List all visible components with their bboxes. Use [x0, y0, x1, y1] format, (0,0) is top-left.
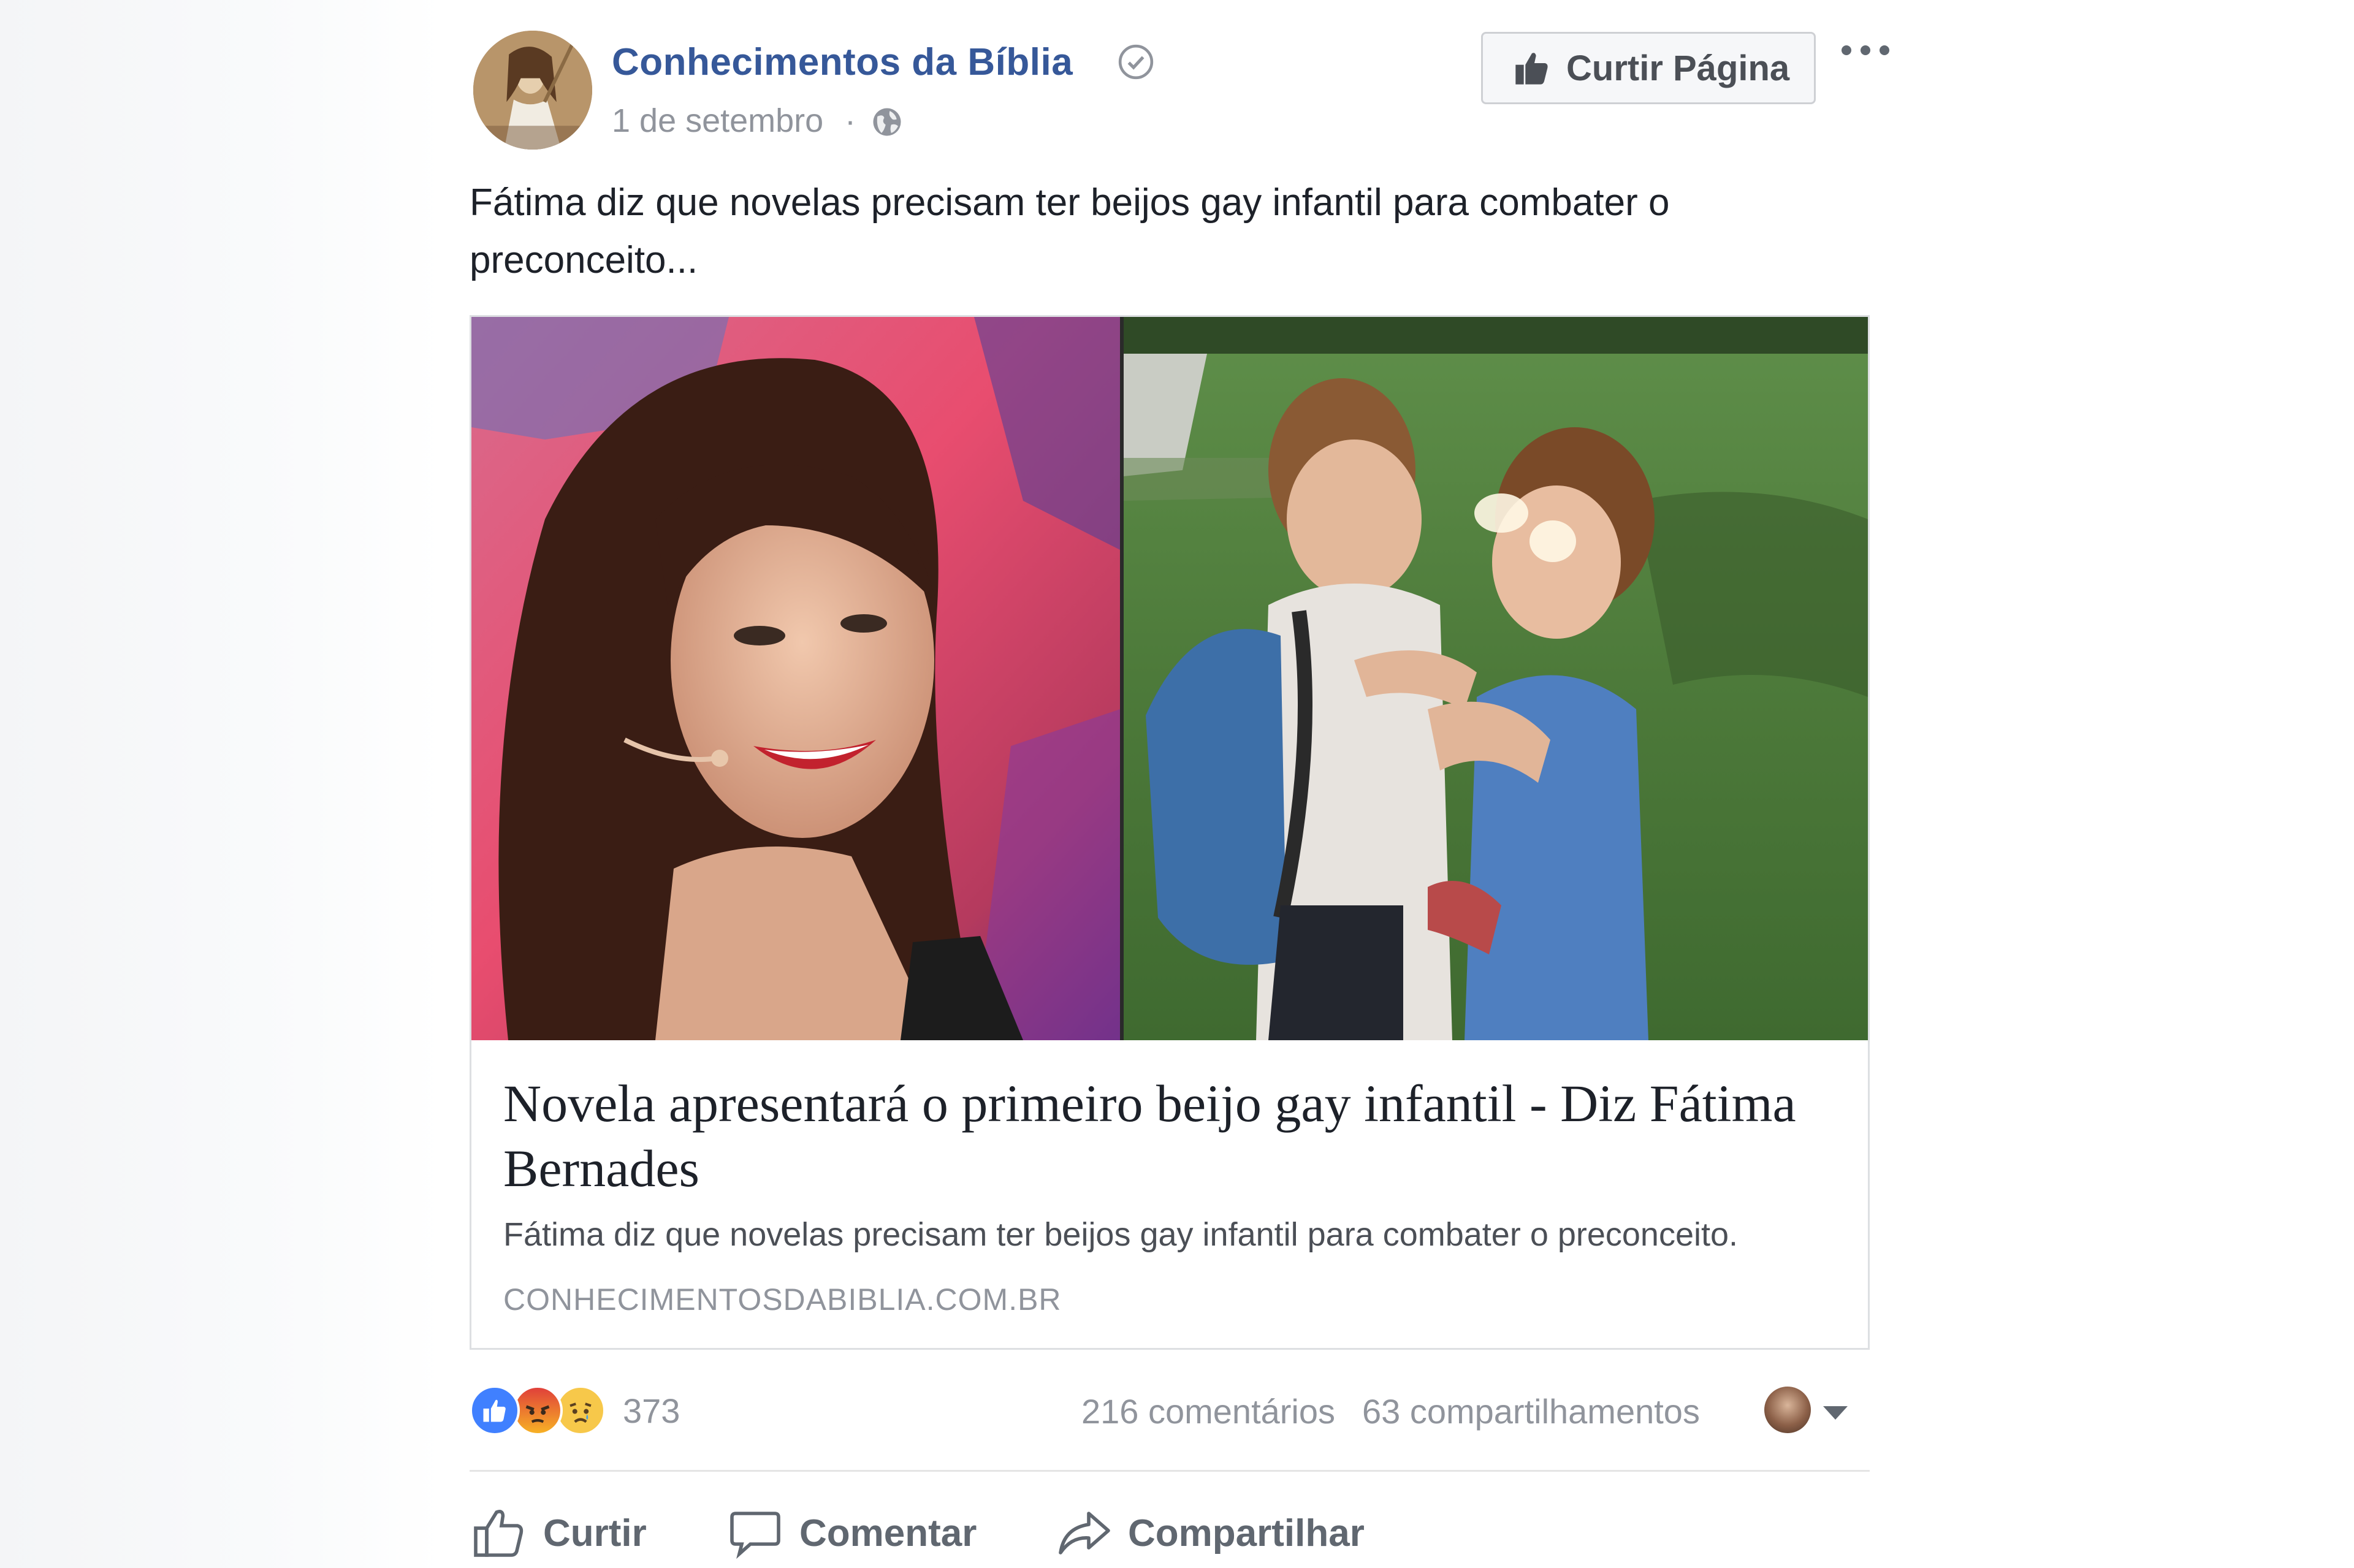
- like-page-button[interactable]: Curtir Página: [1481, 32, 1816, 104]
- reactions-summary[interactable]: 373: [470, 1383, 680, 1438]
- chevron-down-icon[interactable]: [1823, 1406, 1848, 1420]
- comment-label: Comentar: [799, 1512, 977, 1555]
- comments-count-link[interactable]: 216 comentários: [1081, 1391, 1335, 1431]
- share-arrow-icon: [1059, 1512, 1110, 1555]
- shares-count-link[interactable]: 63 compartilhamentos: [1362, 1391, 1700, 1431]
- link-preview-image[interactable]: [471, 317, 1868, 1040]
- separator-dot: ·: [845, 102, 856, 139]
- reactions-count: 373: [623, 1391, 680, 1430]
- viewer-avatar[interactable]: [1764, 1387, 1811, 1433]
- facebook-post: Conhecimentos da Bíblia 1 de setembro · …: [0, 0, 2354, 1568]
- page-avatar[interactable]: [473, 31, 592, 150]
- sad-reaction-icon: [555, 1385, 606, 1436]
- like-button[interactable]: Curtir: [470, 1499, 647, 1567]
- share-label: Compartilhar: [1128, 1512, 1365, 1555]
- thumbs-up-icon: [1515, 53, 1548, 85]
- post-text: Fátima diz que novelas precisam ter beij…: [470, 181, 1670, 281]
- like-label: Curtir: [543, 1512, 647, 1555]
- link-preview-title[interactable]: Novela apresentará o primeiro beijo gay …: [503, 1071, 1840, 1201]
- divider: [470, 1470, 1870, 1472]
- link-preview-description: Fátima diz que novelas precisam ter beij…: [503, 1216, 1739, 1253]
- like-reaction-icon: [470, 1385, 520, 1436]
- verified-check-icon: [1118, 44, 1154, 80]
- share-button[interactable]: Compartilhar: [1054, 1499, 1365, 1567]
- page-name-link[interactable]: Conhecimentos da Bíblia: [612, 40, 1073, 84]
- more-options-icon[interactable]: [1842, 38, 1889, 63]
- thumbs-up-outline-icon: [474, 1510, 524, 1557]
- angry-reaction-icon: [512, 1385, 563, 1436]
- comment-button[interactable]: Comentar: [726, 1499, 977, 1567]
- like-page-label: Curtir Página: [1566, 48, 1790, 88]
- public-globe-icon: [873, 108, 901, 136]
- link-preview-domain: CONHECIMENTOSDABIBLIA.COM.BR: [503, 1282, 1062, 1317]
- link-preview-card[interactable]: Novela apresentará o primeiro beijo gay …: [470, 315, 1870, 1350]
- post-timestamp[interactable]: 1 de setembro: [612, 102, 823, 140]
- speech-bubble-icon: [730, 1512, 780, 1559]
